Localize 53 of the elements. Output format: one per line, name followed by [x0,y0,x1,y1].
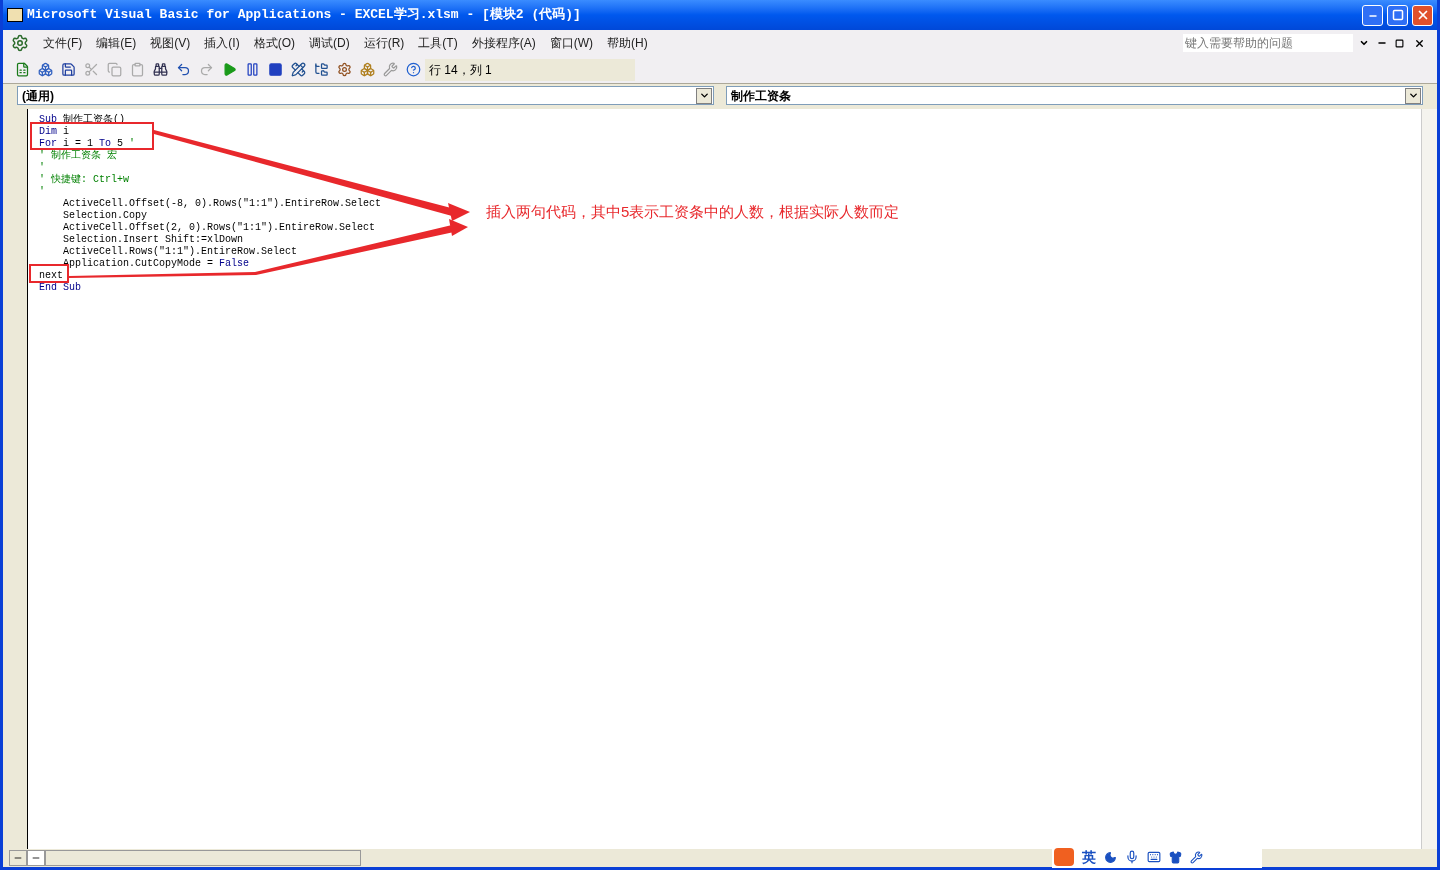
code-line: ' 制作工资条 宏 [39,150,117,162]
code-line: For i = 1 To 5 ' [39,138,136,150]
dropdown-icon[interactable] [1405,87,1421,104]
menu-item[interactable]: 编辑(E) [90,34,143,52]
full-module-view-button[interactable] [27,850,45,866]
menu-item[interactable]: 帮助(H) [601,34,654,52]
object-combo[interactable]: (通用) [17,86,714,105]
restore-icon[interactable] [1395,38,1404,48]
menu-item[interactable]: 外接程序(A) [465,34,542,52]
code-line: next [39,270,63,282]
dropdown-icon[interactable] [1359,38,1369,48]
ime-logo-icon [1054,848,1074,866]
dropdown-icon[interactable] [696,87,712,104]
code-line: ActiveCell.Rows("1:1").EntireRow.Select [62,246,298,258]
menu-item[interactable]: 工具(T) [412,34,464,52]
keyboard-icon[interactable] [1147,850,1161,864]
menu-item[interactable]: 文件(F) [37,34,89,52]
wrench-icon[interactable] [1190,850,1203,864]
code-line: ' [39,162,45,174]
shirt-icon[interactable] [1169,850,1182,864]
code-line: ' 快捷键: Ctrl+w [39,174,129,186]
vba-project-icon [11,34,29,52]
menu-item[interactable]: 插入(I) [198,34,246,52]
window-title: Microsoft Visual Basic for Applications - EXCEL学习.xlsm - [模块2 (代码)] [27,6,581,25]
horizontal-scrollbar[interactable] [45,850,361,866]
annotation-text: 插入两句代码，其中5表示工资条中的人数，根据实际人数而定 [486,203,900,221]
vertical-scrollbar[interactable] [1421,109,1437,849]
help-search-field[interactable]: 键入需要帮助的问题 [1183,34,1353,52]
menu-item[interactable]: 格式(O) [247,34,301,52]
procedure-view-button[interactable] [9,850,27,866]
procedure-combo[interactable]: 制作工资条 [726,86,1423,105]
maximize-icon [1391,9,1404,21]
menu-item[interactable]: 窗口(W) [543,34,599,52]
menu-item[interactable]: 视图(V) [144,34,197,52]
maximize-button[interactable] [1387,4,1408,26]
code-line: ActiveCell.Offset(2, 0).Rows("1:1").EntireRow.Select [62,222,376,234]
code-line: Selection.Insert Shift:=xlDown [62,234,244,246]
moon-icon[interactable] [1104,850,1117,864]
ime-mode[interactable]: 英 [1082,846,1096,868]
close-icon[interactable] [1414,37,1425,49]
code-line: Selection.Copy [62,210,148,222]
menu-item[interactable]: 运行(R) [357,34,411,52]
code-line: Dim i [39,126,70,138]
minimize-button[interactable] [1362,4,1383,26]
app-icon [7,8,23,22]
microphone-icon[interactable] [1125,850,1139,864]
cursor-position: 行 14，列 1 [425,58,635,81]
close-button[interactable] [1412,4,1433,26]
code-line: End Sub [39,282,81,294]
menu-item[interactable]: 调试(D) [303,34,356,52]
code-line: ActiveCell.Offset(-8, 0).Rows("1:1").EntireRow.Select [62,198,382,210]
code-line: Application.CutCopyMode = False [62,258,250,270]
code-line: ' [39,186,45,198]
